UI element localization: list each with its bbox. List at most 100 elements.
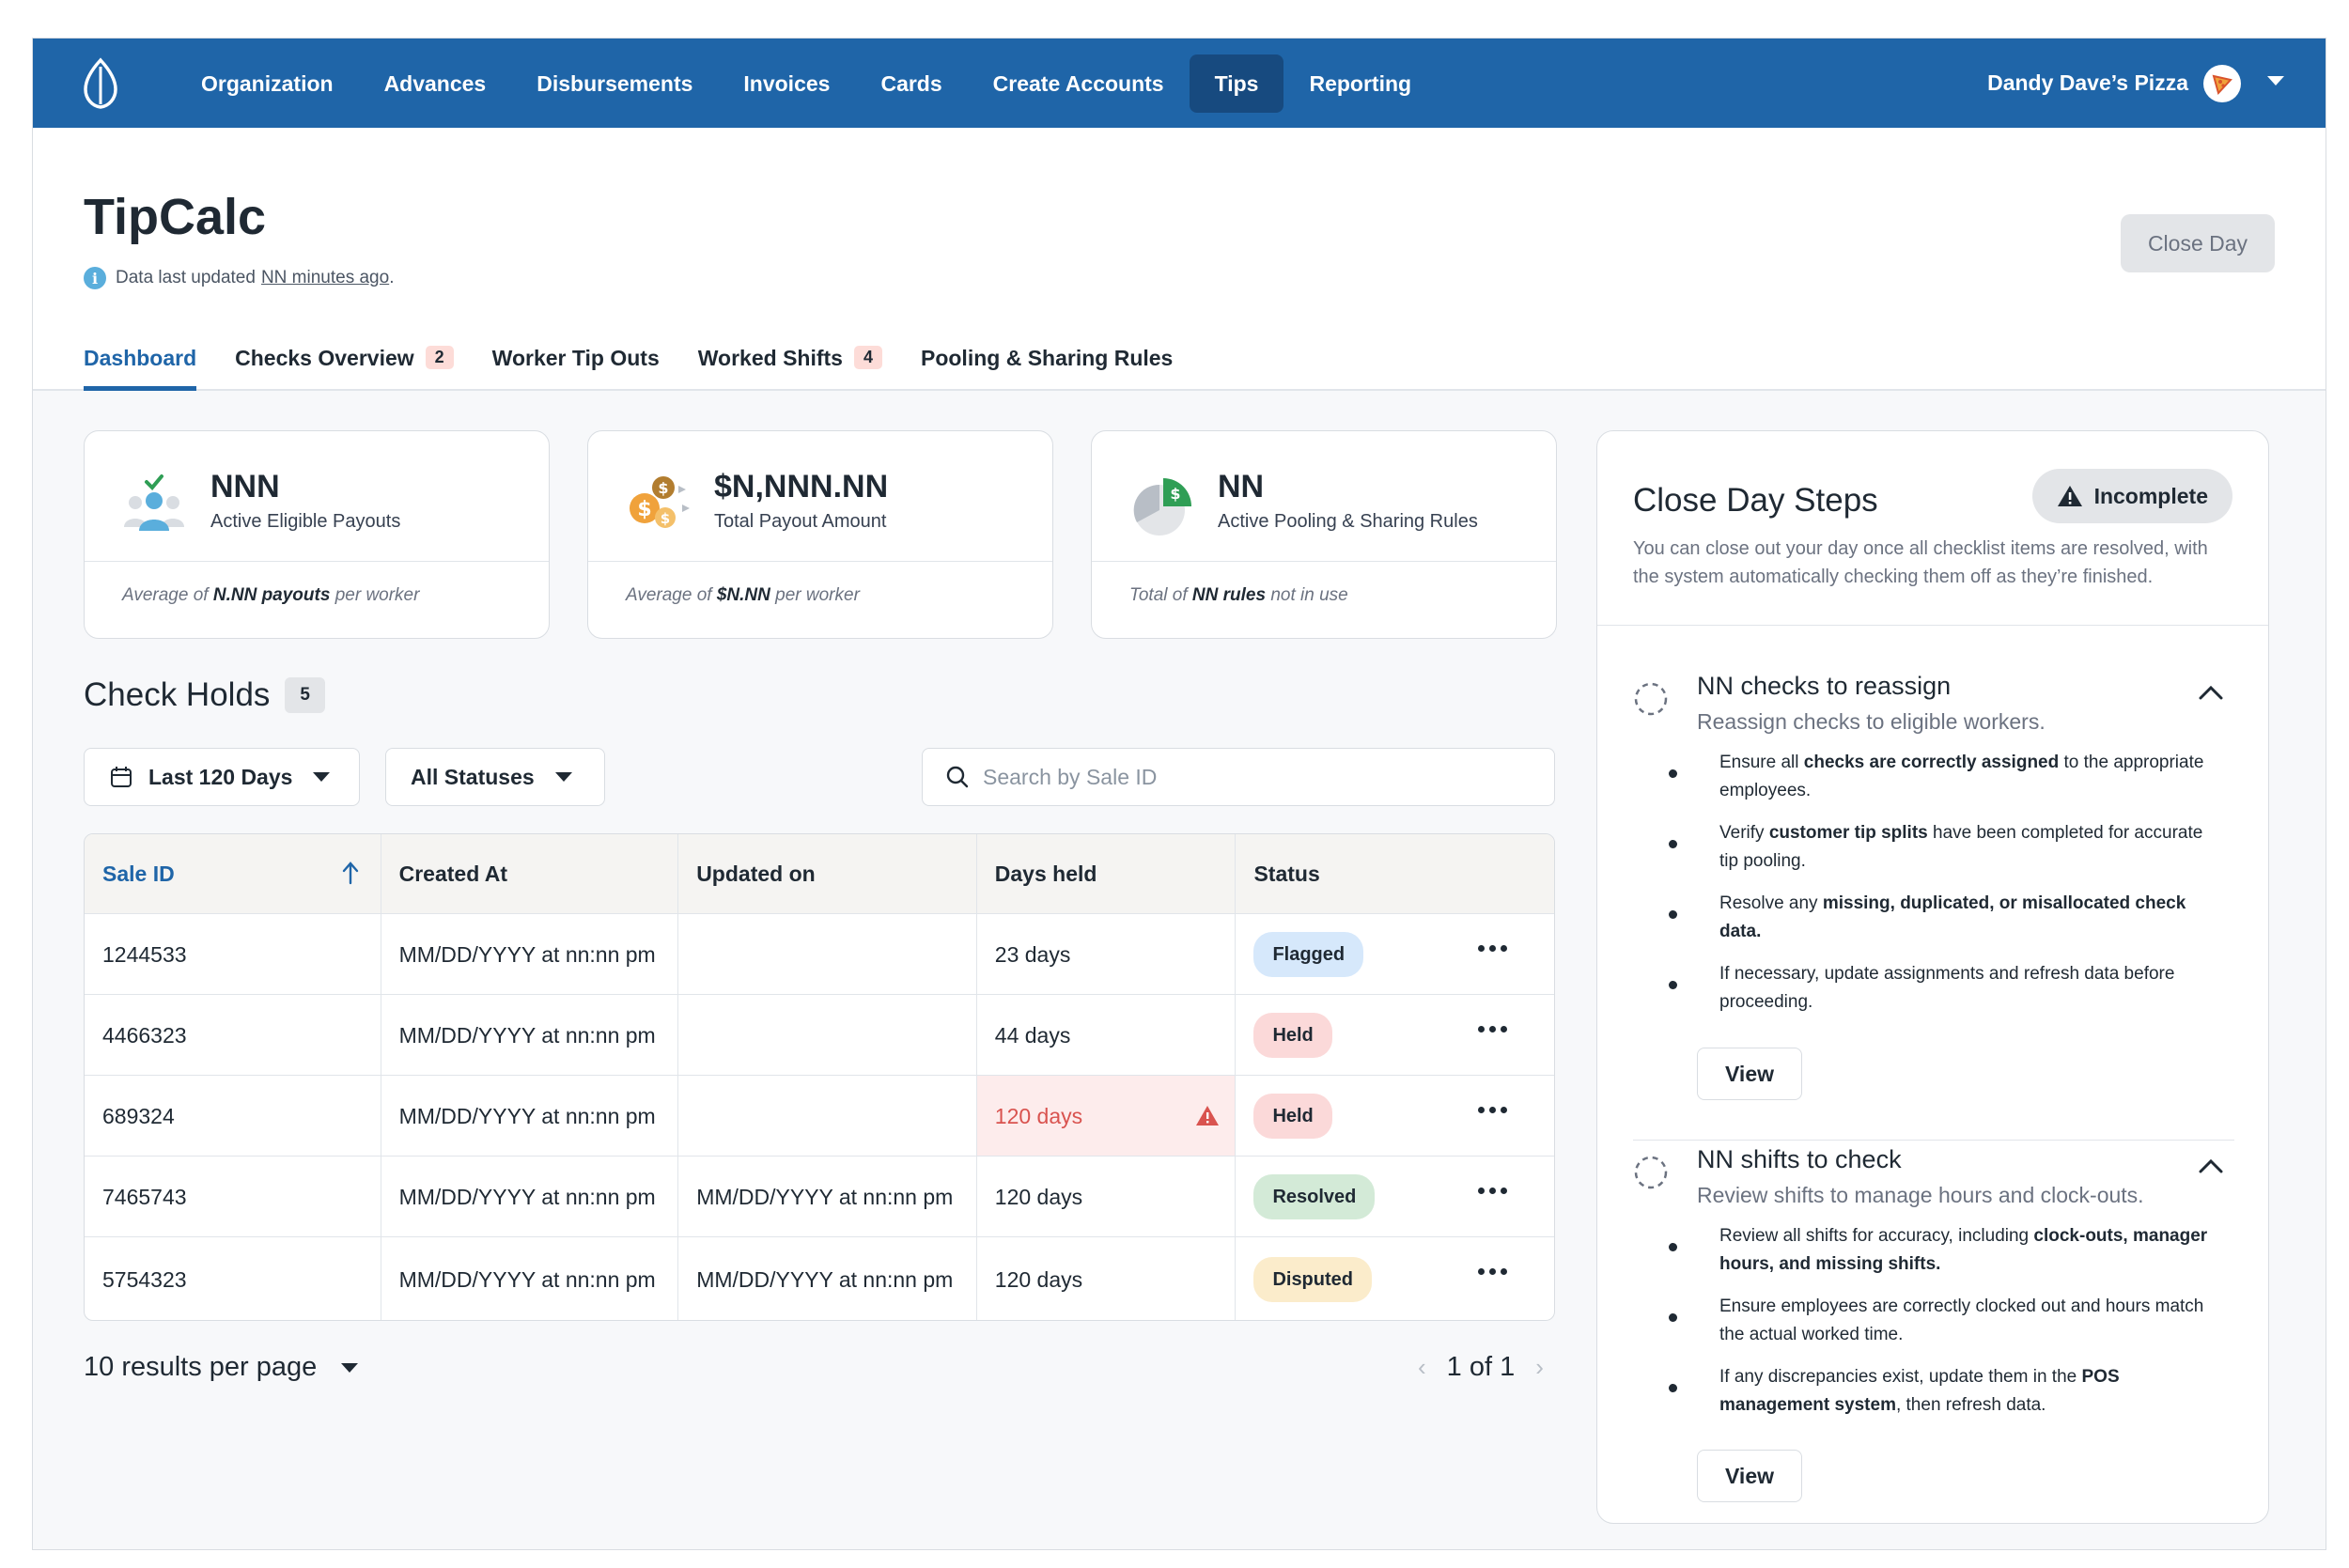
chevron-up-icon[interactable] — [2199, 1158, 2223, 1173]
table-row[interactable]: 1244533 MM/DD/YYYY at nn:nn pm 23 days F… — [85, 914, 1554, 995]
status-badge: Disputed — [1253, 1257, 1372, 1302]
chevron-down-icon — [313, 772, 331, 782]
foot-emphasis: $N.NN — [716, 585, 770, 605]
status-badge: Resolved — [1253, 1173, 1376, 1219]
stat-label: Total Payout Amount — [714, 511, 887, 532]
row-more-actions-icon[interactable] — [1473, 1188, 1507, 1194]
account-switcher[interactable]: Dandy Dave’s Pizza — [1987, 39, 2241, 128]
status-badge: Incomplete — [2031, 469, 2232, 523]
cell-days-held: 120 days — [977, 1157, 1237, 1236]
stat-footnote: Average of N.NN payouts per worker — [122, 585, 419, 606]
column-header-updated-on[interactable]: Updated on — [678, 834, 977, 913]
nav-item-create-accounts[interactable]: Create Accounts — [968, 54, 1190, 113]
cell-status: Held — [1236, 1076, 1554, 1156]
chevron-down-icon — [554, 772, 572, 782]
table-row[interactable]: 5754323 MM/DD/YYYY at nn:nn pm MM/DD/YYY… — [85, 1237, 1554, 1320]
column-header-status[interactable]: Status — [1236, 834, 1554, 913]
row-more-actions-icon[interactable] — [1473, 1107, 1507, 1113]
chevron-up-icon[interactable] — [2199, 685, 2223, 700]
svg-text:$: $ — [658, 479, 668, 497]
stat-card-top: NNN Active Eligible Payouts — [85, 431, 549, 562]
close-day-steps-panel: Close Day Steps Incomplete You can close… — [1596, 430, 2269, 1524]
cell-created-at: MM/DD/YYYY at nn:nn pm — [381, 1237, 679, 1320]
results-per-page-select[interactable]: 10 results per page — [84, 1352, 359, 1383]
cell-status: Flagged — [1236, 914, 1554, 994]
cell-status: Disputed — [1236, 1237, 1554, 1320]
foot-emphasis: NN rules — [1191, 585, 1267, 605]
nav-item-advances[interactable]: Advances — [359, 54, 512, 113]
cell-updated-on: MM/DD/YYYY at nn:nn pm — [678, 1237, 977, 1320]
page-title: TipCalc — [84, 189, 267, 245]
group-title: NN shifts to check — [1697, 1145, 1902, 1173]
tab-worked-shifts[interactable]: Worked Shifts 4 — [698, 346, 882, 391]
row-more-actions-icon[interactable] — [1473, 1268, 1507, 1275]
page-header: TipCalc i Data last updated NN minutes a… — [33, 128, 2326, 391]
tab-worker-tip-outs[interactable]: Worker Tip Outs — [492, 346, 660, 391]
per-page-label: 10 results per page — [84, 1352, 318, 1382]
checklist-bullet: If necessary, update assignments and ref… — [1633, 960, 2234, 1017]
divider — [1633, 1140, 2234, 1141]
group-subtitle: Review shifts to manage hours and clock-… — [1697, 1183, 2144, 1207]
account-chevron-down-icon[interactable] — [2267, 76, 2284, 85]
cell-days-held: 23 days — [977, 914, 1237, 994]
column-header-sale-id[interactable]: Sale ID — [85, 834, 381, 913]
column-header-created-at[interactable]: Created At — [381, 834, 679, 913]
nav-item-tips[interactable]: Tips — [1189, 54, 1284, 113]
checklist-bullet: Verify customer tip splits have been com… — [1633, 819, 2234, 876]
chevron-down-icon — [341, 1362, 359, 1373]
row-more-actions-icon[interactable] — [1473, 1026, 1507, 1032]
top-nav: Organization Advances Disbursements Invo… — [33, 39, 2326, 128]
tab-count-badge: 4 — [853, 346, 882, 369]
stat-label: Active Eligible Payouts — [210, 511, 401, 532]
stat-value: NN — [1218, 469, 1265, 505]
next-page-chevron-right-icon[interactable]: › — [1535, 1353, 1544, 1382]
tab-dashboard[interactable]: Dashboard — [84, 346, 197, 391]
column-header-days-held[interactable]: Days held — [977, 834, 1237, 913]
updated-time-link[interactable]: NN minutes ago — [261, 268, 389, 288]
prev-page-chevron-left-icon[interactable]: ‹ — [1418, 1353, 1426, 1382]
close-day-button[interactable]: Close Day — [2121, 214, 2275, 272]
foot-prefix: Total of — [1129, 585, 1188, 605]
status-badge: Held — [1253, 1093, 1332, 1139]
brand-logo-icon[interactable] — [78, 57, 123, 110]
pending-circle-icon — [1634, 1156, 1668, 1189]
section-title: Check Holds — [84, 676, 271, 713]
nav-item-disbursements[interactable]: Disbursements — [511, 54, 718, 113]
sort-ascending-icon[interactable] — [341, 861, 360, 885]
pizza-icon — [2212, 74, 2232, 95]
nav-item-organization[interactable]: Organization — [176, 54, 359, 113]
nav-item-cards[interactable]: Cards — [855, 54, 967, 113]
date-range-filter[interactable]: Last 120 Days — [84, 748, 360, 806]
svg-text:$: $ — [661, 510, 670, 527]
search-icon — [946, 766, 969, 788]
status-filter[interactable]: All Statuses — [385, 748, 605, 806]
group-bullets: Review all shifts for accuracy, includin… — [1633, 1222, 2234, 1434]
tab-pooling-sharing-rules[interactable]: Pooling & Sharing Rules — [921, 346, 1173, 391]
group-bullets: Ensure all checks are correctly assigned… — [1633, 749, 2234, 1031]
view-shifts-button[interactable]: View — [1697, 1450, 1802, 1502]
table-row[interactable]: 7465743 MM/DD/YYYY at nn:nn pm MM/DD/YYY… — [85, 1157, 1554, 1237]
calendar-icon — [111, 767, 132, 787]
tab-count-badge: 2 — [425, 346, 454, 369]
table-row[interactable]: 689324 MM/DD/YYYY at nn:nn pm 120 days H… — [85, 1076, 1554, 1157]
stat-value: NNN — [210, 469, 280, 505]
view-checks-button[interactable]: View — [1697, 1048, 1802, 1100]
search-input[interactable] — [983, 764, 1509, 790]
cell-status: Held — [1236, 995, 1554, 1075]
stat-card-pooling-rules: $ NN Active Pooling & Sharing Rules Tota… — [1091, 430, 1557, 639]
foot-suffix: per worker — [775, 585, 860, 605]
tab-bar: Dashboard Checks Overview 2 Worker Tip Ou… — [84, 346, 1211, 391]
row-more-actions-icon[interactable] — [1473, 945, 1507, 952]
check-holds-table: Sale ID Created At Updated on Days held … — [84, 833, 1555, 1321]
nav-item-reporting[interactable]: Reporting — [1283, 54, 1437, 113]
pagination: ‹ 1 of 1 › — [1397, 1352, 1564, 1383]
nav-item-invoices[interactable]: Invoices — [718, 54, 855, 113]
cell-sale-id: 7465743 — [85, 1157, 381, 1236]
pie-dollar-icon: $ — [1133, 478, 1191, 536]
stat-card-eligible-payouts: NNN Active Eligible Payouts Average of N… — [84, 430, 550, 639]
sale-id-search[interactable] — [922, 748, 1555, 806]
tab-checks-overview[interactable]: Checks Overview 2 — [235, 346, 454, 391]
coins-icon: $ $ $ — [630, 476, 690, 528]
table-row[interactable]: 4466323 MM/DD/YYYY at nn:nn pm 44 days H… — [85, 995, 1554, 1076]
status-badge: Held — [1253, 1012, 1332, 1058]
